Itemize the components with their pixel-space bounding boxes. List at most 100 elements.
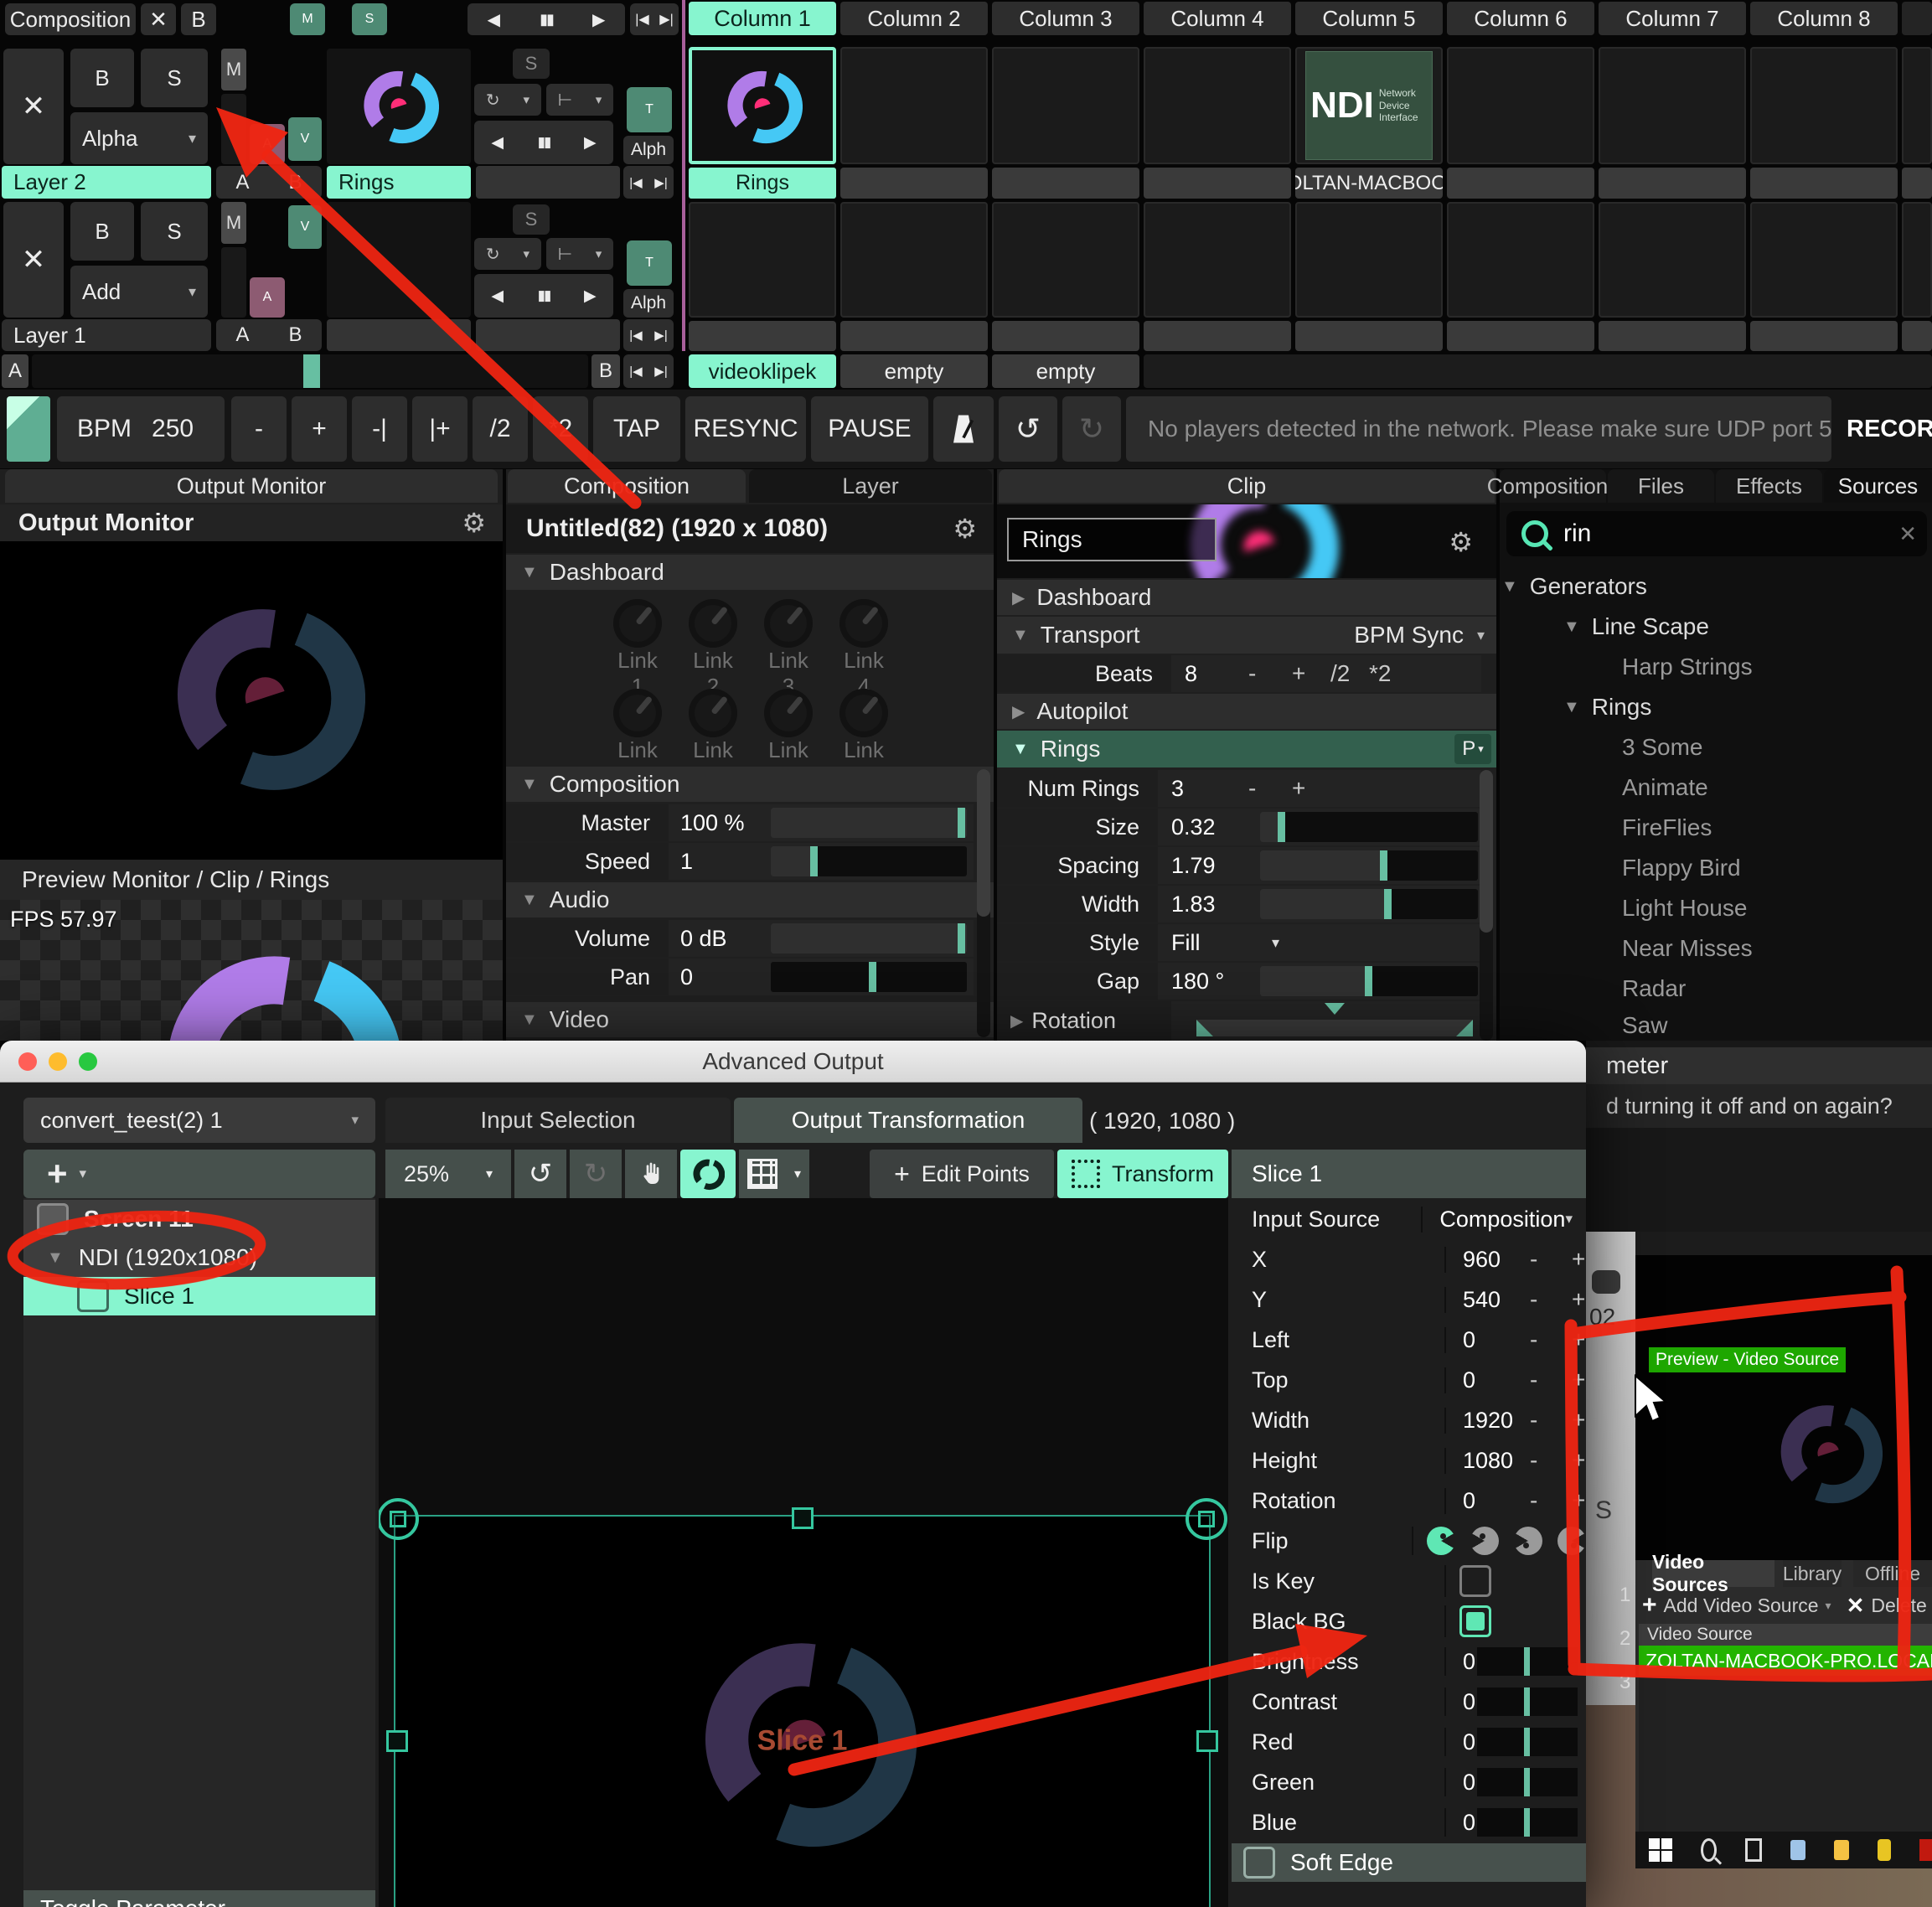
clip-name-input[interactable]: Rings — [1007, 518, 1217, 561]
pause-icon[interactable]: ▮▮ — [540, 11, 553, 28]
param-pan[interactable]: Pan 0 — [506, 959, 974, 995]
beats-double[interactable]: *2 — [1369, 660, 1391, 687]
tree-generators[interactable]: ▼Generators — [1500, 568, 1932, 605]
layer2-v-button[interactable]: V — [288, 117, 322, 161]
bpm-nudge-up-button[interactable]: |+ — [412, 396, 468, 462]
bypass-composition-button[interactable]: B — [181, 3, 216, 35]
play-icon[interactable]: ▶ — [584, 287, 597, 306]
layer2-m-slider[interactable] — [221, 94, 246, 164]
search-input[interactable]: rin ✕ — [1506, 511, 1927, 556]
tab-sources[interactable]: Sources — [1824, 469, 1932, 503]
clip-cell-label[interactable] — [1750, 321, 1898, 351]
param-height[interactable]: Height 1080-+ — [1232, 1441, 1586, 1480]
column-tab-7[interactable]: Column 7 — [1599, 2, 1746, 35]
screen-enable-checkbox[interactable] — [37, 1203, 69, 1235]
column-tab-1[interactable]: Column 1 — [689, 2, 836, 35]
dashboard-knob-4[interactable]: Link 4 — [839, 599, 888, 700]
layer1-t-button[interactable]: T — [627, 240, 672, 286]
clip-cell-label[interactable] — [1599, 168, 1746, 199]
clip-cell[interactable] — [1750, 202, 1898, 318]
layer2-blend-dropdown[interactable]: Alpha▾ — [70, 112, 208, 164]
master-s-button[interactable]: S — [352, 3, 387, 35]
master-m-button[interactable]: M — [290, 3, 325, 35]
param-num-rings[interactable]: Num Rings 3 - + — [997, 770, 1481, 807]
tab-clip[interactable]: Clip — [999, 469, 1495, 503]
layer1-ab-buttons[interactable]: AB — [216, 319, 322, 351]
gear-icon[interactable]: ⚙ — [1449, 526, 1473, 558]
layer2-a-button[interactable]: A — [250, 124, 285, 164]
add-icon[interactable]: + — [1642, 1591, 1657, 1620]
tab-video-sources[interactable]: Video Sources — [1652, 1560, 1774, 1587]
clip-cell-label[interactable] — [1144, 168, 1291, 199]
clip-cell[interactable] — [1599, 202, 1746, 318]
bpm-minus-button[interactable]: - — [231, 396, 287, 462]
layer1-blend-dropdown[interactable]: Add▾ — [70, 266, 208, 318]
contrast-slider[interactable] — [1477, 1687, 1578, 1716]
display-app-icon[interactable] — [1790, 1840, 1805, 1860]
blue-slider[interactable] — [1477, 1808, 1578, 1837]
tab-library[interactable]: Library — [1783, 1560, 1842, 1587]
layer1-playdir-dropdown[interactable]: ⊢▾ — [546, 238, 613, 270]
clip-cell-ndi-label[interactable]: ZOLTAN-MACBOO... — [1295, 168, 1443, 199]
transport-mode-dropdown[interactable]: BPM Sync▾ — [1354, 622, 1496, 649]
bpm-display[interactable]: BPM250 — [57, 396, 225, 462]
tab-offline[interactable]: Offline — [1853, 1560, 1932, 1587]
volume-slider[interactable] — [771, 923, 967, 954]
grid-snap-dropdown[interactable]: ▾ — [739, 1150, 809, 1198]
gear-icon[interactable]: ⚙ — [462, 507, 503, 539]
param-volume[interactable]: Volume 0 dB — [506, 920, 974, 957]
layer2-small-s-button[interactable]: S — [513, 49, 550, 79]
layer1-skip-buttons[interactable]: |◀▶| — [623, 319, 674, 351]
task-view-icon[interactable] — [1745, 1838, 1762, 1862]
pan-slider[interactable] — [771, 962, 967, 992]
layer2-clip-name-label[interactable]: Rings — [327, 166, 471, 199]
layer2-clear-button[interactable]: B✕ — [3, 49, 64, 164]
layer1-loopmode-dropdown[interactable]: ↻▾ — [474, 238, 541, 270]
clip-cell[interactable] — [1295, 202, 1443, 318]
layer2-alph-button[interactable]: Alph — [623, 136, 674, 164]
tree-light-house[interactable]: Light House — [1622, 890, 1932, 927]
tree-harp-strings[interactable]: Harp Strings — [1622, 649, 1932, 685]
clip-cell-label[interactable] — [992, 321, 1139, 351]
clip-cell[interactable] — [992, 47, 1139, 164]
slice-handle-right[interactable] — [1196, 1730, 1218, 1752]
clip-cell-rings[interactable] — [689, 47, 836, 164]
param-left[interactable]: Left 0-+ — [1232, 1320, 1586, 1359]
column-trigger-empty[interactable]: empty — [992, 354, 1139, 388]
layer1-active-clip-preview[interactable] — [327, 202, 471, 318]
clip-cell-label[interactable] — [1750, 168, 1898, 199]
crossfader-b-button[interactable]: B — [591, 354, 620, 388]
layer1-v-button[interactable]: V — [288, 205, 322, 249]
bpm-plus-button[interactable]: + — [292, 396, 347, 462]
clip-cell[interactable] — [1447, 47, 1594, 164]
clip-cell[interactable] — [1447, 202, 1594, 318]
layer2-transport[interactable]: ◀ ▮▮ ▶ — [474, 121, 613, 164]
layer1-name-label[interactable]: Layer 1 — [2, 319, 211, 351]
delete-button[interactable]: Delete — [1871, 1594, 1926, 1617]
dashboard-knob-2[interactable]: Link 2 — [689, 599, 737, 700]
scrollbar[interactable] — [1480, 770, 1493, 1041]
column-trigger-videoklipek[interactable]: videoklipek — [689, 354, 836, 388]
param-brightness[interactable]: Brightness 0 — [1232, 1642, 1586, 1681]
source-row-selected[interactable]: ZOLTAN-MACBOOK-PRO.LOCAL (Arena - Scree — [1639, 1646, 1932, 1676]
clip-cell-label[interactable] — [1599, 321, 1746, 351]
redo-button[interactable]: ↻ — [1062, 396, 1121, 462]
file-explorer-icon[interactable] — [1834, 1840, 1849, 1860]
flip-none-icon[interactable] — [1427, 1527, 1455, 1555]
crossfader-handle[interactable] — [303, 354, 320, 388]
green-slider[interactable] — [1477, 1768, 1578, 1796]
prev-icon[interactable]: ◀ — [491, 133, 504, 152]
param-black-bg[interactable]: Black BG — [1232, 1602, 1586, 1641]
slice-handle-topleft[interactable] — [379, 1498, 419, 1540]
clip-cell-label[interactable] — [689, 321, 836, 351]
resolume-logo-button[interactable] — [680, 1150, 736, 1198]
composition-transport[interactable]: ◀ ▮▮ ▶ — [468, 3, 625, 35]
param-contrast[interactable]: Contrast 0 — [1232, 1682, 1586, 1721]
tree-radar[interactable]: Radar — [1622, 970, 1932, 1007]
dashboard-knob-1[interactable]: Link 1 — [613, 599, 662, 700]
section-clip-dashboard[interactable]: ▶Dashboard — [997, 580, 1496, 615]
speed-slider[interactable] — [771, 846, 967, 876]
param-y[interactable]: Y 540-+ — [1232, 1280, 1586, 1319]
slice-enable-checkbox[interactable] — [77, 1280, 109, 1312]
tab-output-monitor[interactable]: Output Monitor — [5, 469, 498, 503]
